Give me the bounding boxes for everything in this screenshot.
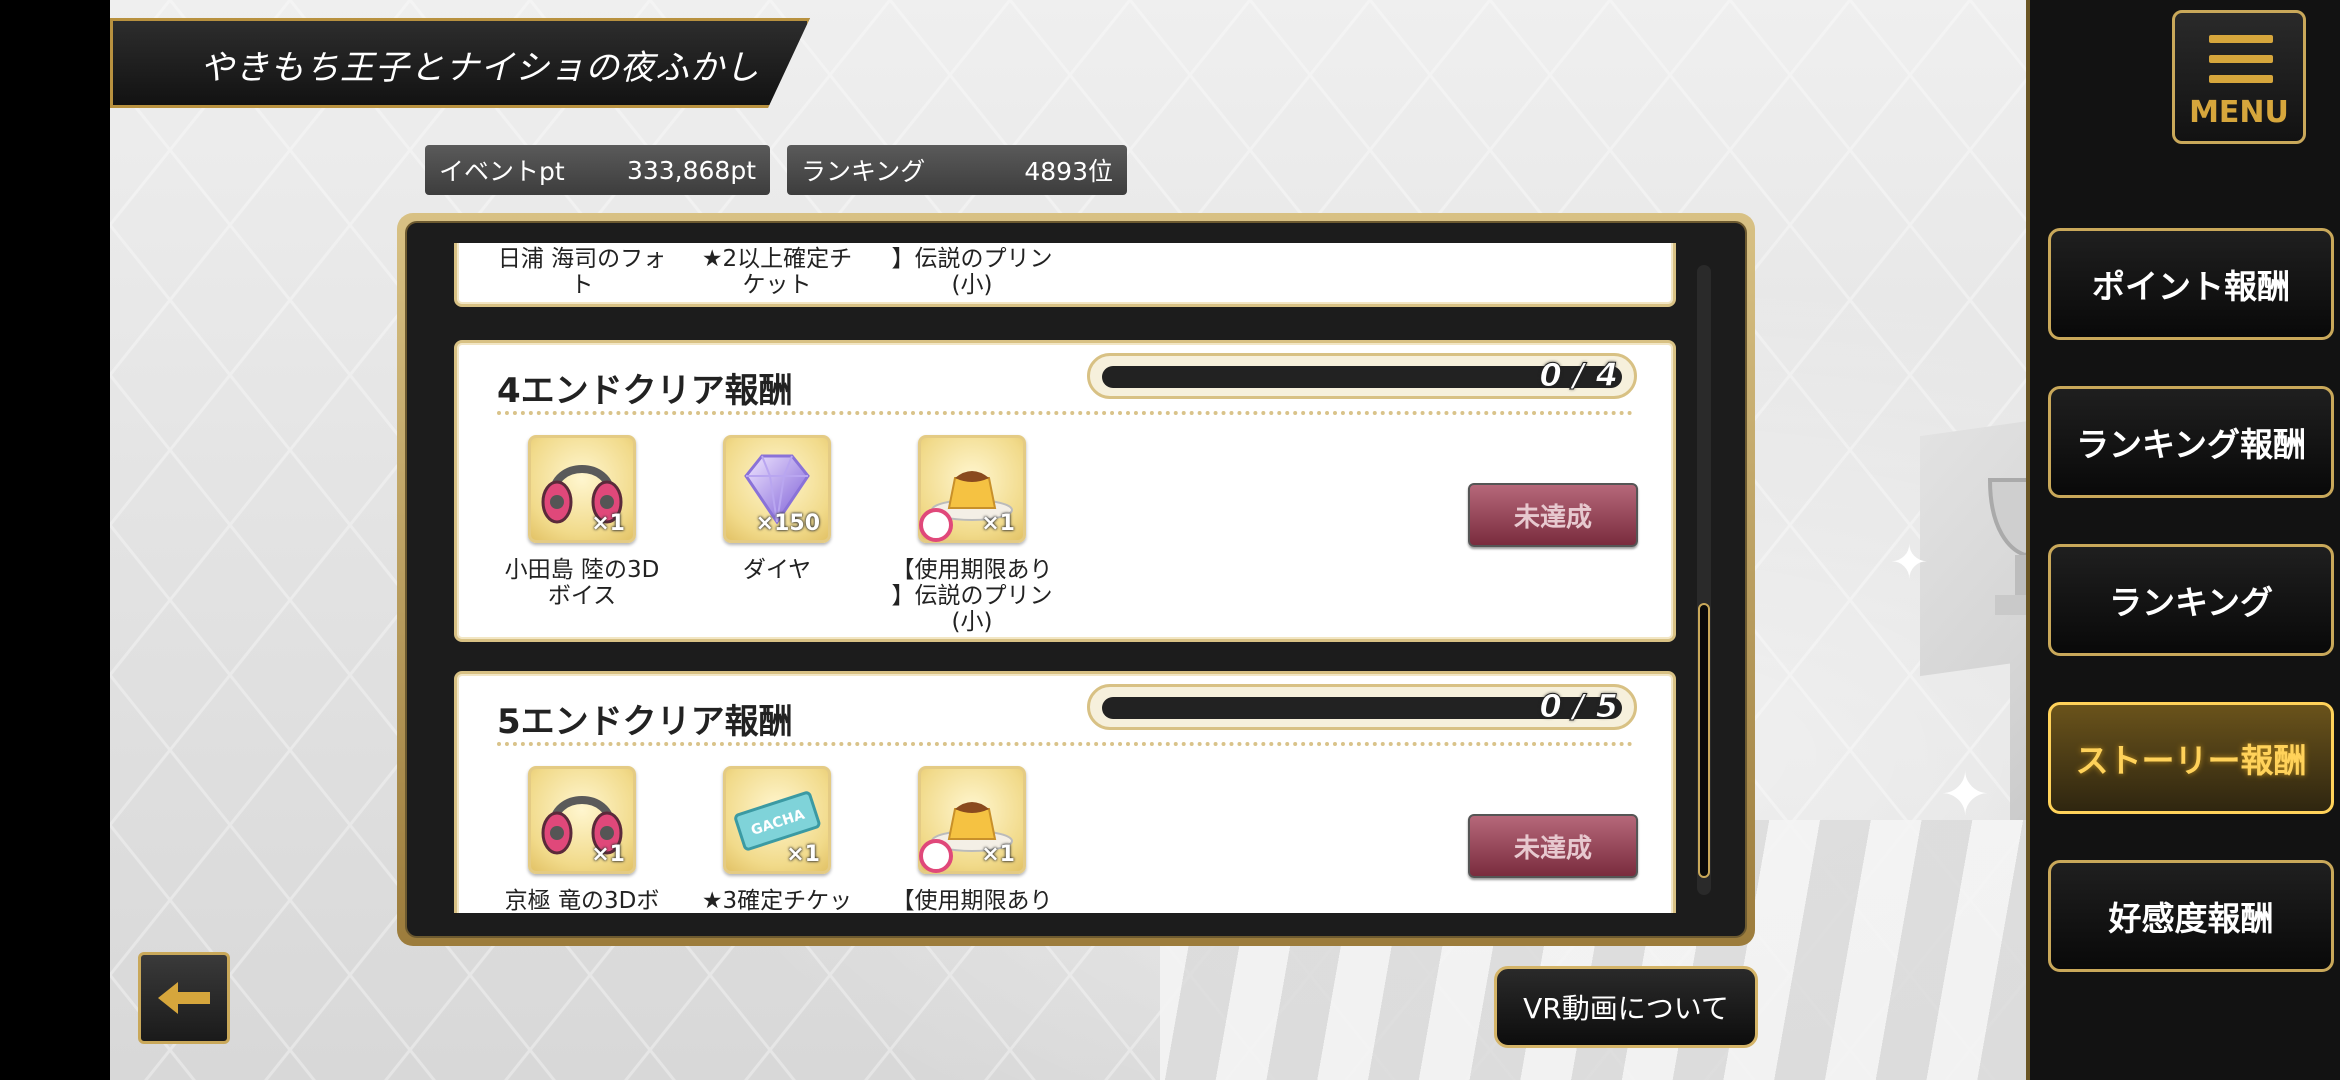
- menu-bar: [2209, 35, 2273, 43]
- sidebar-item-ranking[interactable]: ランキング: [2048, 544, 2334, 656]
- diamond-icon: ×150: [723, 435, 831, 543]
- item-quantity: ×1: [591, 511, 625, 536]
- reward-card-4-end: 4エンドクリア報酬 0 / 4 ×1 小田島 陸の3D ボイス ×150 ダイヤ…: [454, 340, 1676, 642]
- reward-item-name: 京極 竜の3Dボ: [504, 888, 660, 913]
- reward-item[interactable]: ×1 【使用期限あり 】伝説のプリン (小): [887, 435, 1057, 635]
- unachieved-button[interactable]: 未達成: [1468, 814, 1638, 878]
- menu-button[interactable]: MENU: [2172, 10, 2306, 144]
- reward-item-name: ★3確定チケッ: [701, 888, 853, 913]
- clock-icon: [919, 839, 953, 873]
- item-quantity: ×1: [591, 842, 625, 867]
- reward-item[interactable]: ×1 【使用期限あり: [887, 766, 1057, 913]
- dotted-divider: [497, 411, 1633, 415]
- reward-item[interactable]: ×1 小田島 陸の3D ボイス: [497, 435, 667, 609]
- reward-item-name: ★2以上確定チ ケット: [701, 246, 853, 298]
- sidebar-item-affection-reward[interactable]: 好感度報酬: [2048, 860, 2334, 972]
- reward-card-partial: 日浦 海司のフォ ト ★2以上確定チ ケット 】伝説のプリン (小): [454, 243, 1676, 307]
- event-title: やきもち王子とナイショの夜ふかし: [200, 48, 760, 88]
- reward-item-name: 小田島 陸の3D ボイス: [504, 557, 660, 609]
- ranking-stat: ランキング 4893位: [787, 145, 1127, 195]
- vr-video-button[interactable]: VR動画について: [1494, 966, 1758, 1048]
- reward-list[interactable]: 日浦 海司のフォ ト ★2以上確定チ ケット 】伝説のプリン (小) 4エンドク…: [450, 243, 1680, 913]
- reward-card-title: 5エンドクリア報酬: [497, 702, 793, 742]
- unachieved-button[interactable]: 未達成: [1468, 483, 1638, 547]
- progress-text: 0 / 5: [1539, 687, 1618, 726]
- scrollbar-thumb[interactable]: [1698, 603, 1710, 878]
- sidebar-item-point-reward[interactable]: ポイント報酬: [2048, 228, 2334, 340]
- event-pt-value: 333,868pt: [626, 155, 756, 185]
- reward-item[interactable]: GACHA ×1 ★3確定チケッ: [692, 766, 862, 913]
- dotted-divider: [497, 742, 1633, 746]
- reward-item-name: 】伝説のプリン (小): [891, 246, 1053, 298]
- progress-bar: 0 / 5: [1087, 684, 1637, 730]
- headphones-icon: ×1: [528, 766, 636, 874]
- pudding-icon: ×1: [918, 435, 1026, 543]
- trophy-icon: [1987, 478, 2030, 615]
- reward-card-5-end: 5エンドクリア報酬 0 / 5 ×1 京極 竜の3Dボ GACHA ×1 ★3確…: [454, 671, 1676, 913]
- event-pt-stat: イベントpt 333,868pt: [425, 145, 770, 195]
- gacha-ticket-icon: GACHA ×1: [723, 766, 831, 874]
- item-quantity: ×1: [981, 511, 1015, 536]
- event-pt-label: イベントpt: [439, 157, 565, 186]
- ranking-value: 4893位: [1024, 157, 1113, 186]
- reward-item: 】伝説のプリン (小): [887, 246, 1057, 298]
- item-quantity: ×150: [755, 511, 820, 536]
- menu-bar: [2209, 55, 2273, 63]
- sparkle-icon: ✦: [1890, 535, 1929, 589]
- reward-item: ★2以上確定チ ケット: [692, 246, 862, 298]
- reward-card-title: 4エンドクリア報酬: [497, 371, 793, 411]
- back-button[interactable]: [138, 952, 230, 1044]
- reward-item-name: 日浦 海司のフォ ト: [497, 246, 667, 298]
- reward-item[interactable]: ×150 ダイヤ: [692, 435, 862, 583]
- reward-item-name: ダイヤ: [742, 557, 812, 583]
- arrow-left-icon: [158, 982, 210, 1014]
- item-quantity: ×1: [786, 842, 820, 867]
- headphones-icon: ×1: [528, 435, 636, 543]
- item-quantity: ×1: [981, 842, 1015, 867]
- ranking-label: ランキング: [801, 157, 926, 186]
- clock-icon: [919, 508, 953, 542]
- sidebar-item-story-reward[interactable]: ストーリー報酬: [2048, 702, 2334, 814]
- menu-bar: [2209, 75, 2273, 83]
- reward-item-name: 【使用期限あり: [891, 888, 1053, 913]
- reward-item: 日浦 海司のフォ ト: [497, 246, 667, 298]
- progress-text: 0 / 4: [1539, 356, 1618, 395]
- sidebar-item-ranking-reward[interactable]: ランキング報酬: [2048, 386, 2334, 498]
- reward-item-name: 【使用期限あり 】伝説のプリン (小): [891, 557, 1053, 635]
- progress-bar: 0 / 4: [1087, 353, 1637, 399]
- pudding-icon: ×1: [918, 766, 1026, 874]
- reward-item[interactable]: ×1 京極 竜の3Dボ: [497, 766, 667, 913]
- menu-label: MENU: [2189, 95, 2289, 130]
- sparkle-icon: ✦: [1940, 760, 1991, 830]
